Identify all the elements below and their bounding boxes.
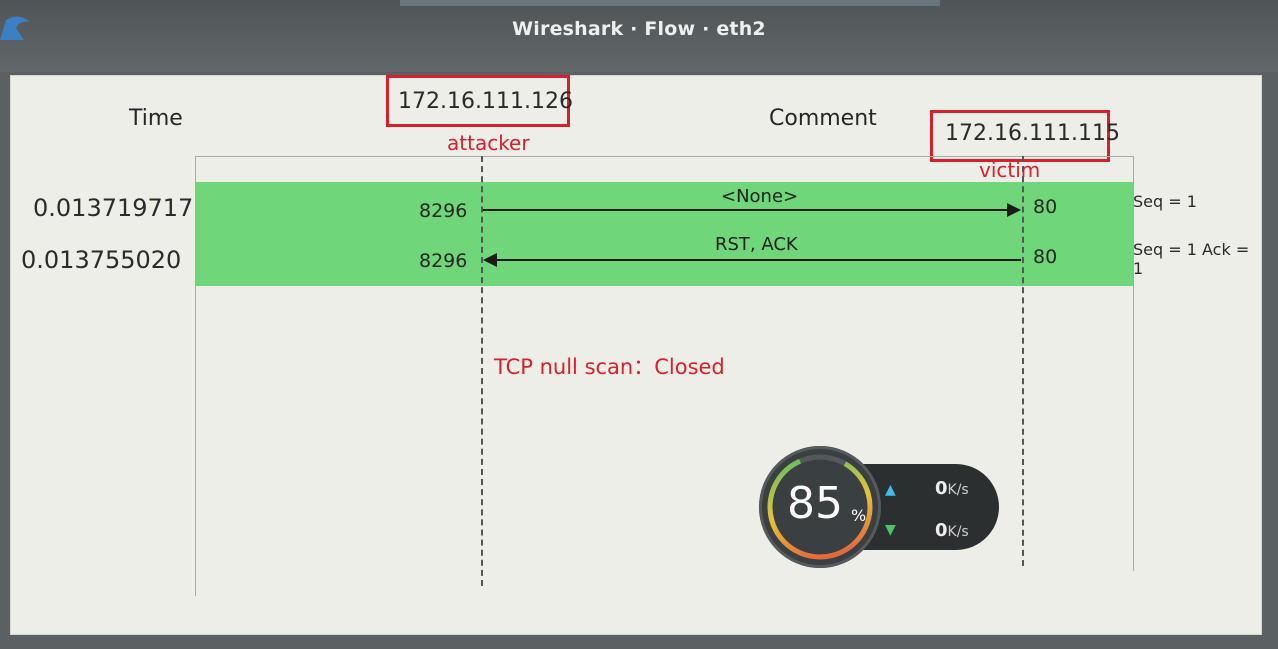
flow-arrow-line <box>483 209 1009 211</box>
victim-note: victim <box>979 158 1041 182</box>
host-b-lifeline <box>1022 156 1024 566</box>
up-arrow-icon: ▲ <box>885 482 896 498</box>
flow-time: 0.013755020 <box>21 246 182 274</box>
flow-dst-port: 80 <box>1033 246 1058 268</box>
flow-comment: Seq = 1 <box>1133 192 1197 211</box>
download-speed: 0K/s <box>935 520 969 541</box>
top-strip <box>400 0 940 6</box>
window-title: Wireshark · Flow · eth2 <box>512 18 766 40</box>
host-b-address[interactable]: 172.16.111.115 <box>945 121 1120 146</box>
flow-src-port: 8296 <box>419 200 468 222</box>
usage-percent-unit: % <box>851 506 867 525</box>
flow-message: RST, ACK <box>715 234 798 255</box>
time-column-header: Time <box>129 106 183 131</box>
usage-percent: 85 <box>787 478 843 529</box>
attacker-note: attacker <box>447 131 530 155</box>
host-a-address[interactable]: 172.16.111.126 <box>398 89 573 114</box>
network-monitor-widget[interactable]: ▲ 0K/s ▼ 0K/s 85 % <box>759 446 999 568</box>
title-bar: Wireshark · Flow · eth2 <box>0 0 1278 72</box>
flow-dst-port: 80 <box>1033 196 1058 218</box>
flow-src-port: 8296 <box>419 250 468 272</box>
flow-graph-window: Time Comment 172.16.111.126 attacker 172… <box>10 75 1262 635</box>
upload-speed: 0K/s <box>935 478 969 499</box>
graph-frame-right <box>1133 156 1134 571</box>
comment-column-header: Comment <box>769 106 877 131</box>
down-arrow-icon: ▼ <box>885 522 896 538</box>
flow-time: 0.013719717 <box>33 194 194 222</box>
flow-comment: Seq = 1 Ack = 1 <box>1133 240 1250 278</box>
usage-dial: 85 % <box>759 446 881 568</box>
flow-message: <None> <box>721 186 799 207</box>
flow-row[interactable] <box>196 182 1133 234</box>
flow-arrow-line <box>495 259 1021 261</box>
arrow-right-icon <box>1007 203 1021 217</box>
host-a-lifeline <box>481 156 483 586</box>
graph-frame-top <box>195 156 1133 157</box>
scan-result-annotation: TCP null scan：Closed <box>494 355 725 379</box>
